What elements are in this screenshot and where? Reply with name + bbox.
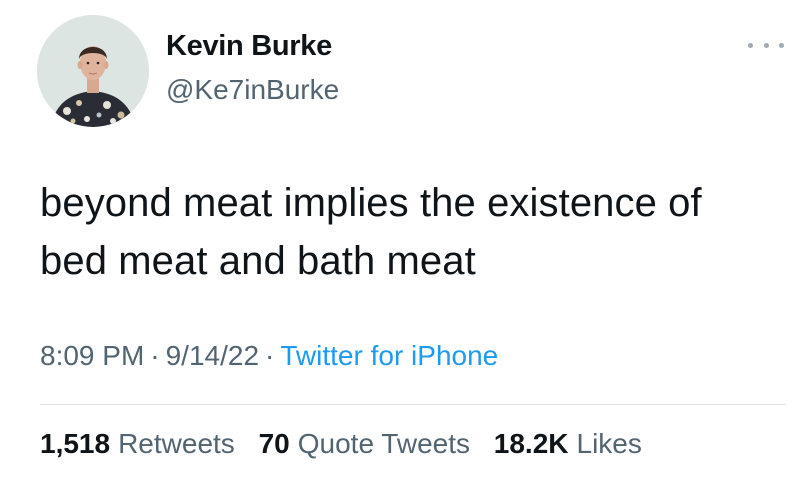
tweet-source-link[interactable]: Twitter for iPhone xyxy=(280,340,498,371)
divider xyxy=(40,404,786,405)
author-name[interactable]: Kevin Burke xyxy=(166,30,332,63)
meta-separator: · xyxy=(265,340,275,371)
more-horizontal-icon-dot xyxy=(763,42,769,48)
tweet-meta: 8:09 PM · 9/14/22 · Twitter for iPhone xyxy=(40,340,498,372)
likes-count: 18.2K xyxy=(493,428,569,459)
likes-label: Likes xyxy=(576,428,642,459)
more-horizontal-icon xyxy=(748,42,753,48)
avatar[interactable] xyxy=(37,15,149,127)
quote-tweets-stat[interactable]: 70 Quote Tweets xyxy=(259,428,470,459)
likes-stat[interactable]: 18.2K Likes xyxy=(494,428,642,459)
retweets-stat[interactable]: 1,518 Retweets xyxy=(40,428,235,459)
more-options-button[interactable] xyxy=(748,33,784,57)
tweet-text: beyond meat implies the existence of bed… xyxy=(40,174,790,290)
tweet-text-line: bed meat and bath meat xyxy=(40,239,476,283)
tweet-stats: 1,518 Retweets 70 Quote Tweets 18.2K Likes xyxy=(40,428,658,460)
retweets-label: Retweets xyxy=(118,428,235,459)
tweet-date[interactable]: 9/14/22 xyxy=(166,340,259,371)
avatar-image xyxy=(37,15,149,127)
author-handle[interactable]: @Ke7inBurke xyxy=(166,74,339,106)
quote-tweets-count: 70 xyxy=(258,428,290,459)
tweet-text-line: beyond meat implies the existence of xyxy=(40,181,702,225)
tweet-time[interactable]: 8:09 PM xyxy=(40,340,144,371)
retweets-count: 1,518 xyxy=(40,428,111,459)
more-horizontal-icon-dot xyxy=(779,42,784,48)
meta-separator: · xyxy=(150,340,160,371)
tweet: Kevin Burke @Ke7inBurke beyond meat impl… xyxy=(0,0,806,481)
quote-tweets-label: Quote Tweets xyxy=(297,428,470,459)
